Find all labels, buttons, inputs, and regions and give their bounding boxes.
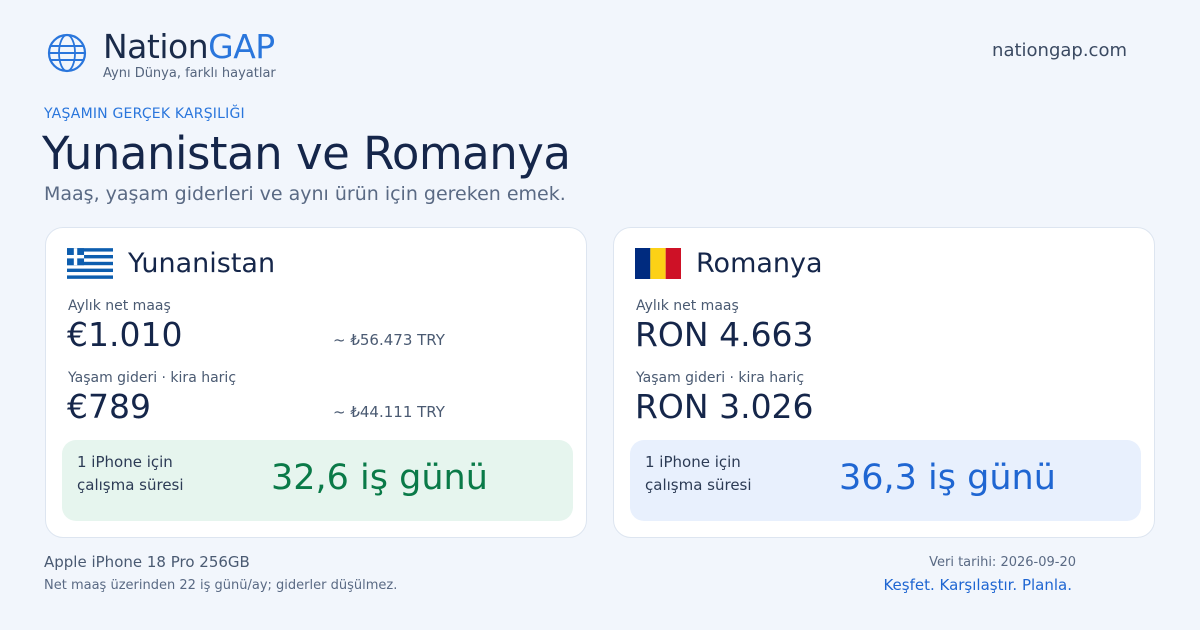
site-link[interactable]: nationgap.com — [992, 40, 1127, 61]
work-label-line2: çalışma süresi — [77, 476, 184, 494]
data-date: Veri tarihi: 2026-09-20 — [929, 555, 1076, 570]
page-title: Yunanistan ve Romanya — [42, 127, 571, 180]
product-name: Apple iPhone 18 Pro 256GB — [44, 553, 250, 571]
cost-label: Yaşam gideri · kira hariç — [68, 370, 237, 386]
globe-icon — [47, 33, 87, 73]
greece-flag-icon — [67, 248, 113, 279]
page-subtitle: Maaş, yaşam giderleri ve aynı ürün için … — [44, 183, 566, 205]
work-label-line1: 1 iPhone için — [77, 453, 173, 471]
country-name: Yunanistan — [128, 248, 276, 279]
country-card-romania: Romanya Aylık net maaş RON 4.663 Yaşam g… — [613, 227, 1155, 538]
cost-value: RON 3.026 — [635, 387, 814, 426]
salary-label: Aylık net maaş — [68, 298, 171, 314]
brand-name-part1: Nation — [103, 27, 209, 66]
salary-value: RON 4.663 — [635, 315, 814, 354]
work-label-line1: 1 iPhone için — [645, 453, 741, 471]
cost-conversion: ~ ₺44.111 TRY — [333, 403, 445, 421]
country-card-greece: Yunanistan Aylık net maaş €1.010 ~ ₺56.4… — [45, 227, 587, 538]
work-days-box: 1 iPhone için çalışma süresi 36,3 iş gün… — [630, 440, 1141, 521]
brand-logo[interactable]: NationGAP — [103, 28, 275, 66]
cta-link[interactable]: Keşfet. Karşılaştır. Planla. — [883, 576, 1072, 594]
brand-name-part2: GAP — [208, 27, 275, 66]
country-name: Romanya — [696, 248, 823, 279]
work-days-value: 36,3 iş günü — [839, 458, 1056, 498]
romania-flag-icon — [635, 248, 681, 279]
brand-tagline: Aynı Dünya, farklı hayatlar — [103, 66, 276, 81]
work-days-box: 1 iPhone için çalışma süresi 32,6 iş gün… — [62, 440, 573, 521]
salary-value: €1.010 — [67, 315, 183, 354]
cost-value: €789 — [67, 387, 151, 426]
methodology-note: Net maaş üzerinden 22 iş günü/ay; giderl… — [44, 578, 398, 593]
work-days-value: 32,6 iş günü — [271, 458, 488, 498]
salary-conversion: ~ ₺56.473 TRY — [333, 331, 445, 349]
eyebrow-label: YAŞAMIN GERÇEK KARŞILIĞI — [44, 106, 245, 122]
salary-label: Aylık net maaş — [636, 298, 739, 314]
cost-label: Yaşam gideri · kira hariç — [636, 370, 805, 386]
work-label-line2: çalışma süresi — [645, 476, 752, 494]
